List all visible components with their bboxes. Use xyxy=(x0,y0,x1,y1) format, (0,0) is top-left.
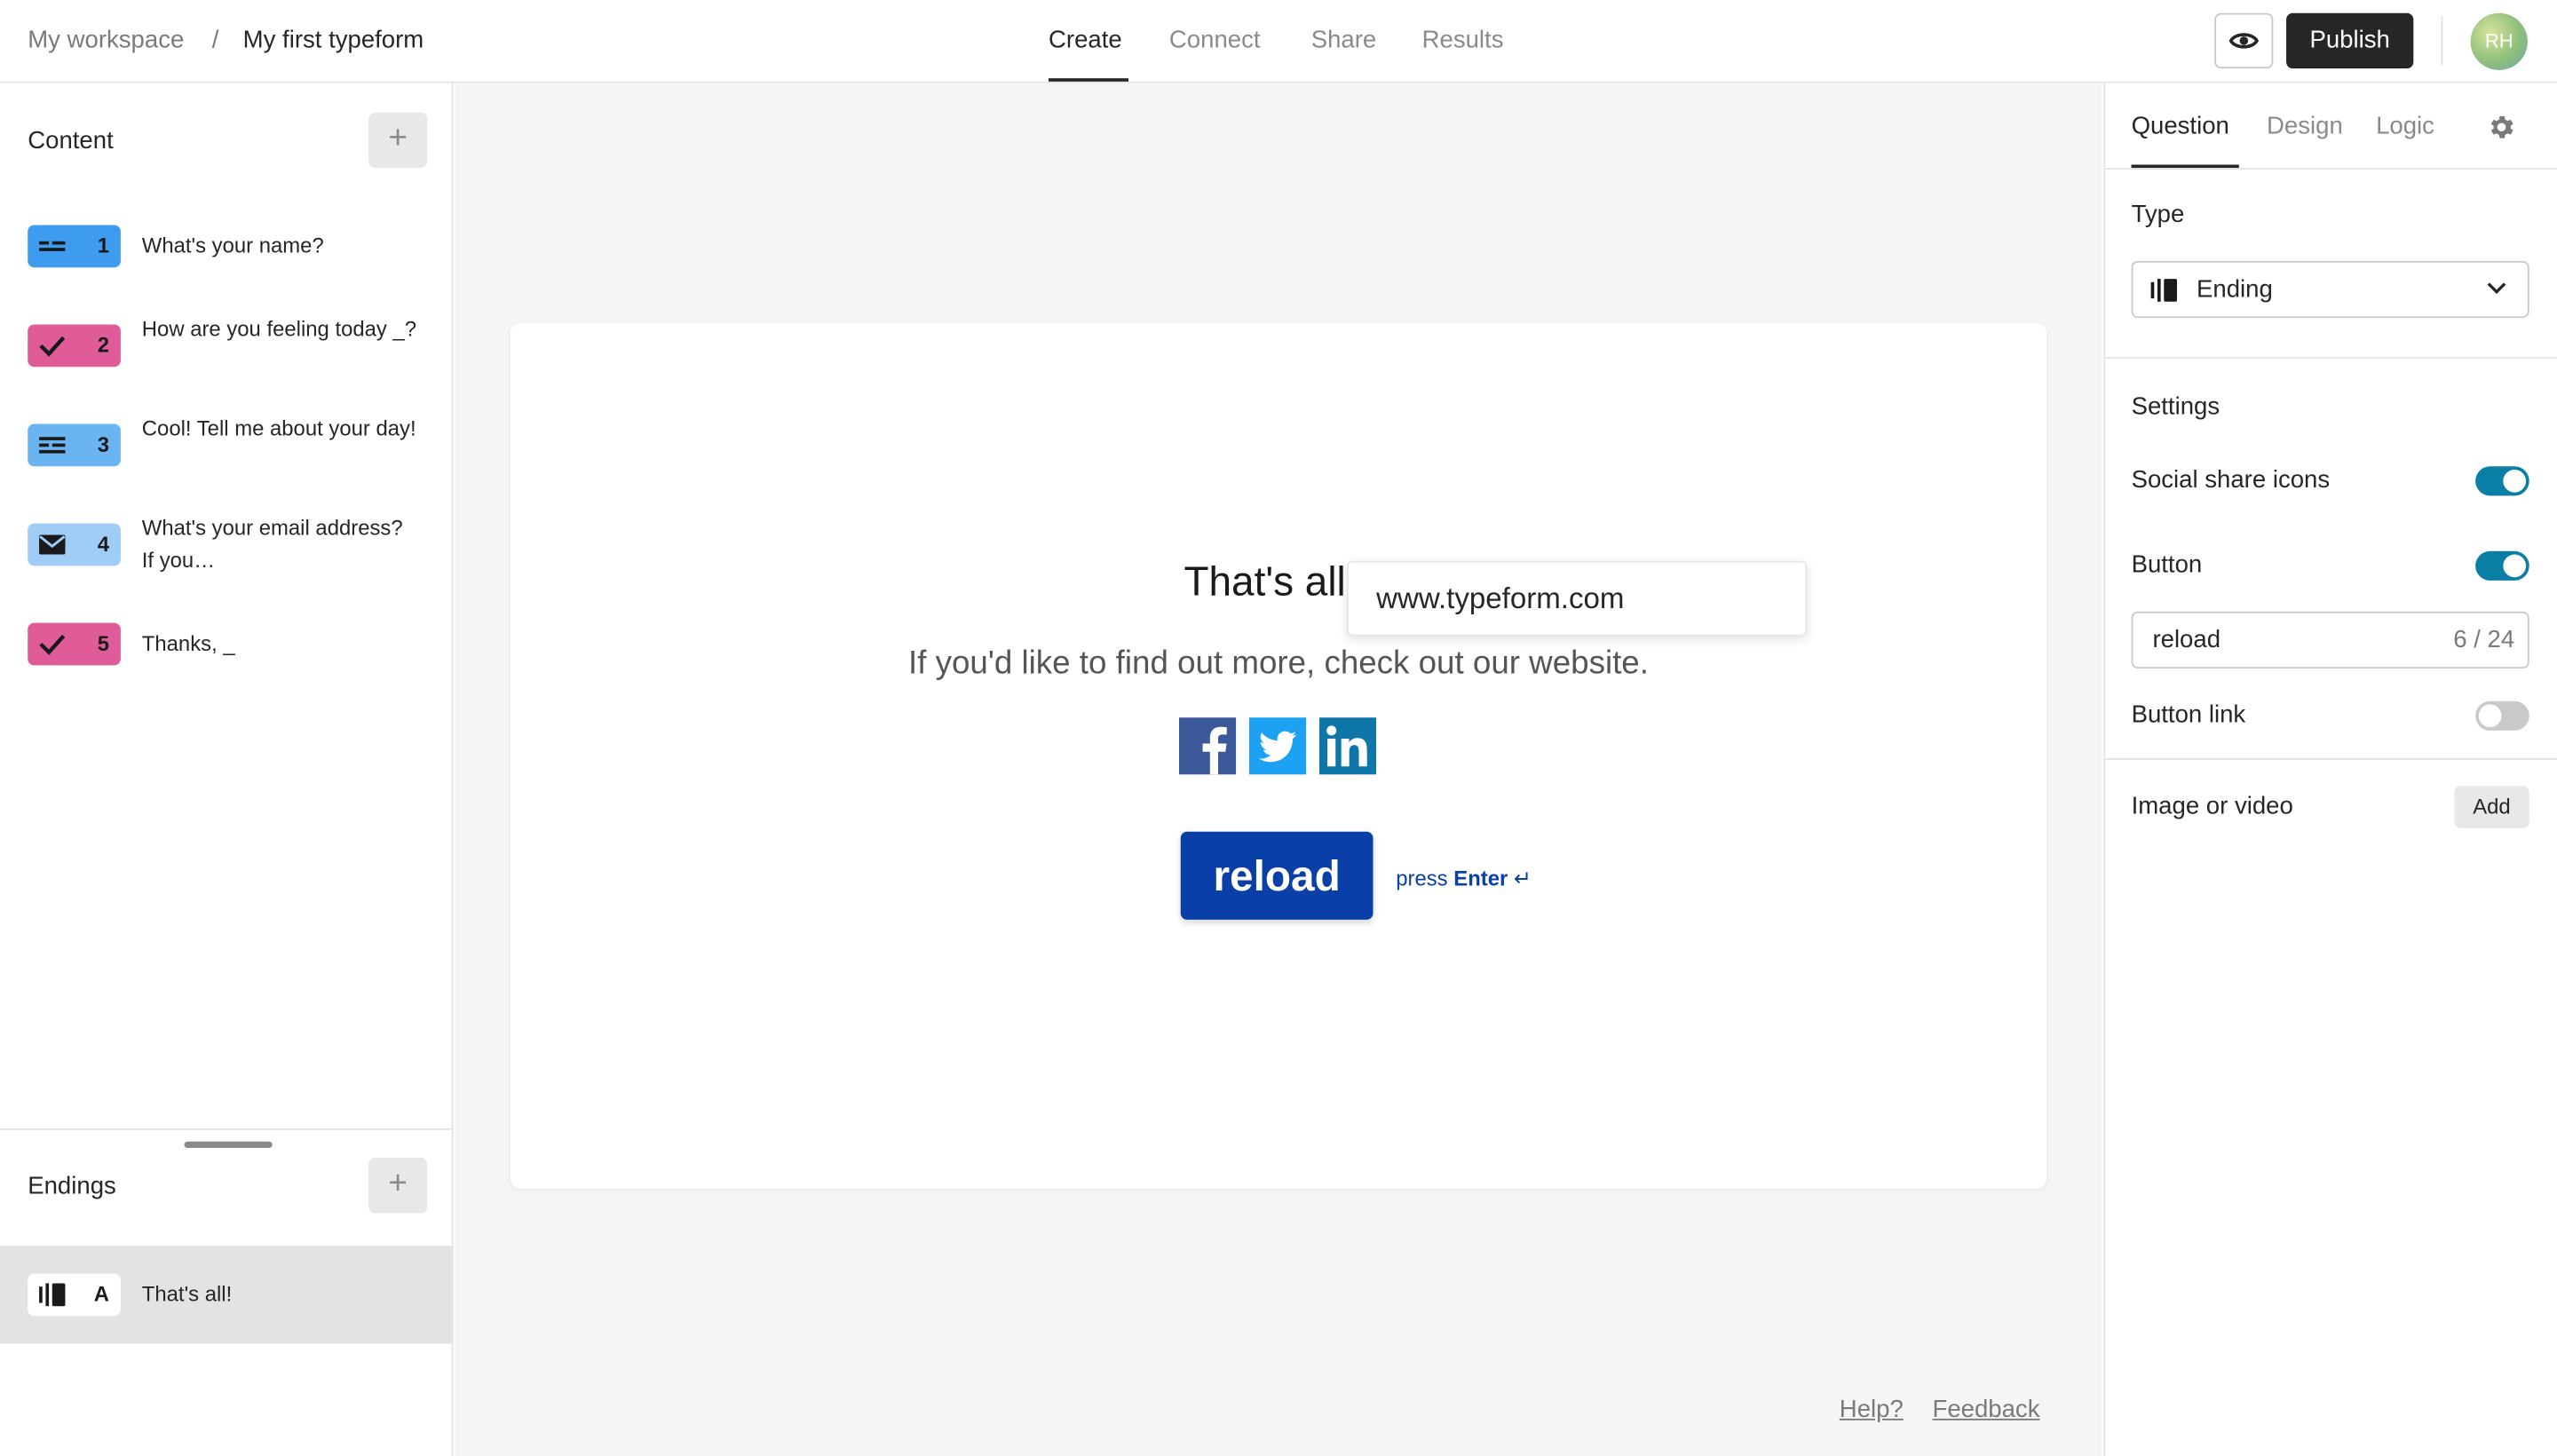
press-enter-hint: press Enter ↵ xyxy=(1396,866,1532,891)
breadcrumb-separator: / xyxy=(211,26,219,54)
add-question-button[interactable]: + xyxy=(368,112,428,169)
button-text-input[interactable]: reload 6 / 24 xyxy=(2131,611,2529,669)
linkedin-icon[interactable] xyxy=(1318,717,1377,775)
content-panel: Content + 1 What's your name? 2 How are … xyxy=(0,83,454,1456)
button-link-label: Button link xyxy=(2131,700,2246,730)
url-tooltip: www.typeform.com xyxy=(1347,560,1808,637)
button-text-value: reload xyxy=(2152,626,2221,654)
twitter-icon[interactable] xyxy=(1248,717,1307,775)
divider xyxy=(2105,357,2557,360)
ending-text: That's all! xyxy=(141,1281,233,1307)
chevron-down-icon xyxy=(2487,282,2506,295)
add-media-button[interactable]: Add xyxy=(2454,786,2529,829)
toggle-knob xyxy=(2503,469,2527,493)
preview-canvas: That's all www.typeform.com If you'd lik… xyxy=(455,83,2102,1456)
ending-description[interactable]: If you'd like to find out more, check ou… xyxy=(511,645,2046,683)
question-number: 5 xyxy=(97,630,110,656)
top-bar: My workspace / My first typeform Create … xyxy=(0,0,2557,83)
question-text: Thanks, _ xyxy=(141,630,235,656)
question-number: 1 xyxy=(97,233,110,258)
character-count: 6 / 24 xyxy=(2453,626,2515,654)
question-item-4[interactable]: 4 What's your email address? If you… xyxy=(0,512,452,587)
checkmark-icon xyxy=(39,336,66,357)
question-item-3[interactable]: 3 Cool! Tell me about your day! xyxy=(0,413,452,487)
eye-icon xyxy=(2228,33,2259,49)
enter-icon: ↵ xyxy=(1513,866,1532,890)
facebook-icon[interactable] xyxy=(1178,717,1237,775)
question-badge: 3 xyxy=(28,423,121,467)
ending-item-a[interactable]: A That's all! xyxy=(0,1246,452,1344)
gear-icon[interactable] xyxy=(2487,113,2516,142)
divider xyxy=(2105,168,2557,170)
question-text: What's your name? xyxy=(141,233,324,258)
settings-label: Settings xyxy=(2131,392,2221,421)
divider xyxy=(2441,16,2443,66)
ending-badge: A xyxy=(28,1273,121,1317)
toggle-knob xyxy=(2503,554,2527,578)
social-share-toggle[interactable] xyxy=(2475,466,2529,496)
question-item-5[interactable]: 5 Thanks, _ xyxy=(0,622,452,672)
tab-logic[interactable]: Logic xyxy=(2376,113,2434,140)
tab-design[interactable]: Design xyxy=(2267,113,2343,140)
tab-results[interactable]: Results xyxy=(1422,26,1504,53)
question-text: Cool! Tell me about your day! xyxy=(141,415,416,440)
ending-icon xyxy=(2150,279,2177,302)
question-text: How are you feeling today _? xyxy=(141,316,417,341)
ending-letter: A xyxy=(93,1281,110,1307)
endings-title: Endings xyxy=(28,1172,116,1200)
social-share-label: Social share icons xyxy=(2131,466,2331,495)
help-link[interactable]: Help? xyxy=(1840,1396,1904,1423)
add-ending-button[interactable]: + xyxy=(368,1158,428,1214)
question-text: What's your email address? If you… xyxy=(141,515,403,573)
button-link-toggle[interactable] xyxy=(2475,700,2529,731)
question-type-select[interactable]: Ending xyxy=(2131,260,2529,319)
breadcrumb-workspace[interactable]: My workspace xyxy=(28,26,184,53)
button-toggle[interactable] xyxy=(2475,550,2529,581)
question-item-1[interactable]: 1 What's your name? xyxy=(0,224,452,289)
question-badge: 2 xyxy=(28,324,121,368)
avatar[interactable]: RH xyxy=(2470,12,2528,70)
question-badge: 5 xyxy=(28,622,121,666)
feedback-link[interactable]: Feedback xyxy=(1932,1396,2039,1423)
panel-divider xyxy=(0,1128,452,1130)
question-number: 4 xyxy=(97,531,110,557)
ending-icon xyxy=(39,1283,66,1307)
button-label: Button xyxy=(2131,550,2203,580)
divider xyxy=(2105,758,2557,760)
tab-create[interactable]: Create xyxy=(1049,26,1122,53)
breadcrumb-form-name[interactable]: My first typeform xyxy=(243,26,424,53)
tab-connect[interactable]: Connect xyxy=(1169,26,1261,53)
toggle-knob xyxy=(2478,704,2502,728)
long-text-icon xyxy=(39,437,66,454)
press-text: press xyxy=(1396,866,1448,890)
tab-share[interactable]: Share xyxy=(1311,26,1377,53)
type-value: Ending xyxy=(2197,275,2273,304)
enter-text: Enter xyxy=(1453,866,1508,890)
publish-button[interactable]: Publish xyxy=(2286,12,2414,69)
question-number: 3 xyxy=(97,431,110,457)
question-number: 2 xyxy=(97,332,110,358)
question-badge: 1 xyxy=(28,225,121,268)
short-text-icon xyxy=(39,241,66,251)
reload-button[interactable]: reload xyxy=(1180,831,1373,920)
settings-panel: Question Design Logic Type Ending Settin… xyxy=(2103,83,2557,1456)
active-tab-indicator xyxy=(1048,78,1128,82)
tab-question[interactable]: Question xyxy=(2132,113,2229,140)
ending-title[interactable]: That's all xyxy=(1184,559,1345,606)
question-item-2[interactable]: 2 How are you feeling today _? xyxy=(0,313,452,388)
type-label: Type xyxy=(2131,200,2185,229)
image-video-label: Image or video xyxy=(2131,792,2293,820)
ending-preview-card: That's all www.typeform.com If you'd lik… xyxy=(510,322,2047,1189)
email-icon xyxy=(39,534,66,555)
checkmark-icon xyxy=(39,634,66,655)
resize-handle[interactable] xyxy=(184,1141,273,1149)
question-badge: 4 xyxy=(28,523,121,566)
preview-button[interactable] xyxy=(2214,12,2274,69)
content-title: Content xyxy=(28,127,114,155)
